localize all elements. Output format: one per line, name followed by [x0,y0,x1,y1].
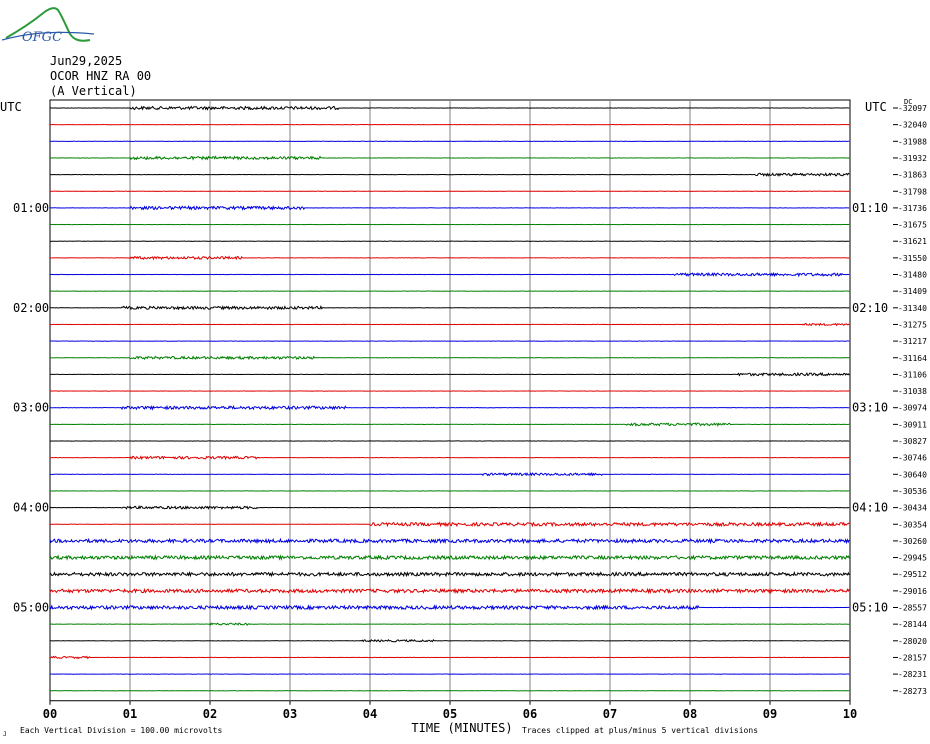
left-time-label: 04:00 [13,501,49,515]
offset-label: -31675 [898,221,927,230]
left-utc-label: UTC [0,100,22,114]
x-tick-label: 00 [43,707,57,721]
x-tick-label: 04 [363,707,377,721]
helicorder-plot: OFGC -32097 -32040 -31988 -31932 -31863 -3179… [0,7,927,738]
station-code: OCOR HNZ RA 00 [50,69,152,83]
offset-label: -32097 [898,104,927,113]
offset-label: -31988 [898,137,927,146]
offset-label: -31798 [898,187,927,196]
x-tick-label: 09 [763,707,777,721]
offset-label: -28273 [898,687,927,696]
offset-label: -29512 [898,570,927,579]
plot-labels: -32097 -32040 -31988 -31932 -31863 -31798 -317… [0,98,927,738]
offset-label: -31038 [898,387,927,396]
x-tick-label: 03 [283,707,297,721]
clip-note: Traces clipped at plus/minus 5 vertical … [522,726,758,735]
x-tick-label: 07 [603,707,617,721]
right-time-label: 02:10 [852,301,888,315]
offset-label: -31217 [898,337,927,346]
offset-label: -31863 [898,171,927,180]
x-tick-label: 01 [123,707,137,721]
plot-grid [49,99,851,702]
offset-label: -30260 [898,537,927,546]
ofgc-logo: OFGC [1,7,95,45]
offset-label: -28144 [898,620,927,629]
offset-label: -30354 [898,520,927,529]
plot-date: Jun29,2025 [50,54,123,68]
offset-label: -31550 [898,254,927,263]
dc-marker: DC [904,98,912,106]
right-time-label: 01:10 [852,201,888,215]
offset-label: -31340 [898,304,927,313]
left-time-label: 03:00 [13,401,49,415]
logo-text: OFGC [22,30,62,45]
offset-label: -28157 [898,653,927,662]
offset-label: -30746 [898,454,927,463]
offset-label: -29945 [898,554,927,563]
offset-label: -30827 [898,437,927,446]
x-tick-label: 02 [203,707,217,721]
left-time-label: 02:00 [13,301,49,315]
x-tick-label: 10 [843,707,857,721]
x-axis-label: TIME (MINUTES) [411,721,512,735]
offset-label: -30911 [898,420,927,429]
offset-label: -28020 [898,637,927,646]
scale-note: Each Vertical Division = 100.00 microvol… [20,726,222,735]
offset-label: -30974 [898,404,927,413]
offset-label: -31164 [898,354,927,363]
right-time-label: 03:10 [852,401,888,415]
offset-label: -28231 [898,670,927,679]
left-time-label: 01:00 [13,201,49,215]
right-time-label: 05:10 [852,601,888,615]
offset-label: -29016 [898,587,927,596]
offset-label: -31409 [898,287,927,296]
x-tick-label: 08 [683,707,697,721]
offset-label: -31275 [898,320,927,329]
right-utc-label: UTC [865,100,887,114]
offset-label: -31621 [898,237,927,246]
offset-label: -30536 [898,487,927,496]
x-tick-label: 05 [443,707,457,721]
offset-label: -30434 [898,504,927,513]
offset-label: -31106 [898,370,927,379]
offset-label: -31736 [898,204,927,213]
offset-label: -30640 [898,470,927,479]
offset-label: -28557 [898,604,927,613]
x-tick-label: 06 [523,707,537,721]
offset-label: -31480 [898,271,927,280]
offset-label: -31932 [898,154,927,163]
corner-mark: J [3,731,7,738]
offset-label: -32040 [898,121,927,130]
component-label: (A Vertical) [50,84,137,98]
right-time-label: 04:10 [852,501,888,515]
left-time-label: 05:00 [13,601,49,615]
